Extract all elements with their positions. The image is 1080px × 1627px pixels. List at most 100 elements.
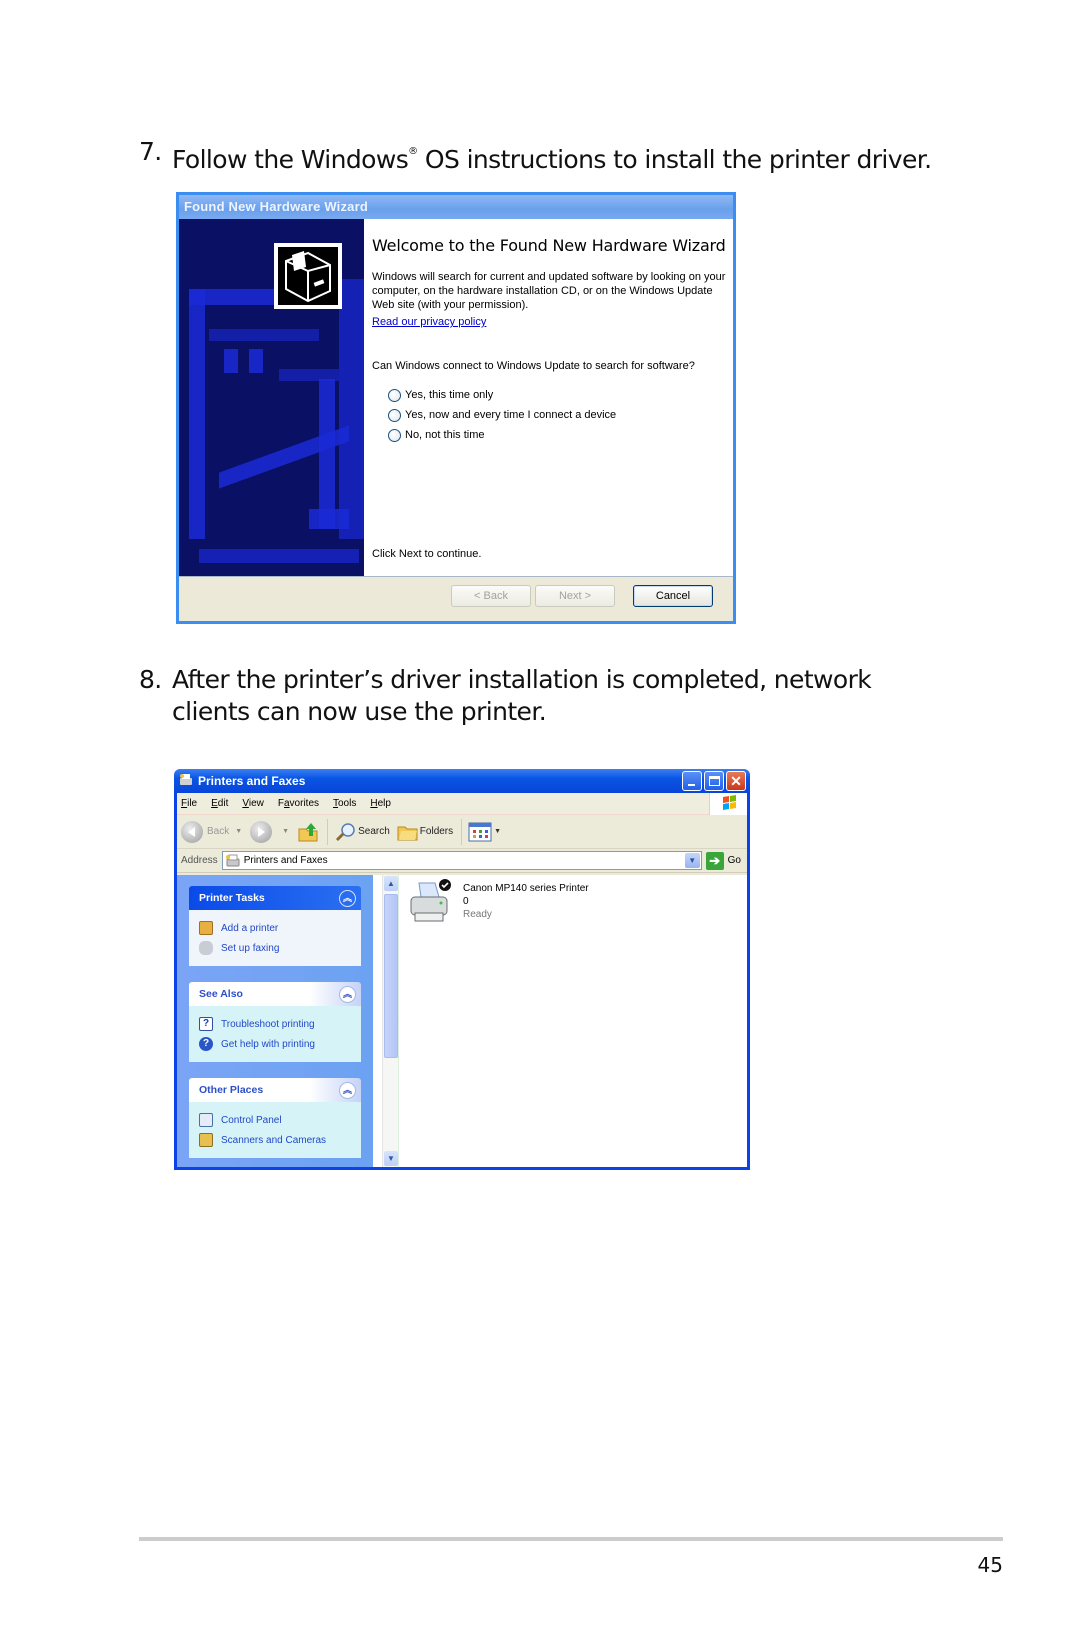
- windows-logo-icon: [709, 793, 747, 815]
- collapse-chevron-icon[interactable]: ︽: [339, 1081, 356, 1099]
- link-label: Troubleshoot printing: [221, 1018, 315, 1030]
- back-button[interactable]: < Back: [451, 585, 531, 607]
- menu-favorites[interactable]: Favorites: [278, 798, 319, 809]
- go-button[interactable]: ➔ Go: [705, 851, 741, 870]
- standard-toolbar: Back ▼ ▼ Search Folders ▼: [177, 815, 747, 849]
- add-printer-link[interactable]: Add a printer: [199, 918, 351, 938]
- panel-title: See Also: [199, 988, 243, 1000]
- forward-nav-button[interactable]: [250, 820, 276, 843]
- radio-button[interactable]: [388, 388, 401, 402]
- menu-accelerator: V: [242, 798, 249, 809]
- close-button[interactable]: ✕: [726, 771, 746, 791]
- forward-dropdown-icon[interactable]: ▼: [282, 828, 289, 835]
- toolbar-separator: [461, 818, 463, 845]
- back-label: Back: [207, 826, 230, 837]
- printer-name: Canon MP140 series Printer: [463, 883, 589, 894]
- option-every-time[interactable]: Yes, now and every time I connect a devi…: [388, 405, 727, 425]
- address-dropdown-button[interactable]: ▼: [684, 853, 700, 868]
- option-label: Yes, now and every time I connect a devi…: [405, 409, 617, 421]
- fax-icon: [199, 941, 213, 955]
- option-not-this-time[interactable]: No, not this time: [388, 425, 727, 445]
- privacy-policy-link[interactable]: Read our privacy policy: [372, 315, 727, 329]
- link-label: Add a printer: [221, 922, 279, 934]
- link-label: Get help with printing: [221, 1038, 315, 1050]
- option-this-time-only[interactable]: Yes, this time only: [388, 385, 727, 405]
- collapse-chevron-icon[interactable]: ︽: [339, 889, 356, 907]
- menu-tools[interactable]: Tools: [333, 798, 356, 809]
- help-icon: ?: [199, 1037, 213, 1051]
- panel-title: Other Places: [199, 1084, 264, 1096]
- search-label: Search: [358, 826, 390, 837]
- close-icon: ✕: [730, 773, 742, 789]
- scanner-icon: [199, 1133, 213, 1147]
- panel-title: Printer Tasks: [199, 892, 265, 904]
- wizard-description: Windows will search for current and upda…: [372, 271, 726, 311]
- menu-accelerator: T: [333, 798, 338, 809]
- menu-bar: File Edit View Favorites Tools Help: [177, 793, 747, 815]
- next-button[interactable]: Next >: [535, 585, 615, 607]
- other-places-panel: Other Places ︽ Control Panel Scanners an…: [189, 1078, 361, 1158]
- wizard-heading: Welcome to the Found New Hardware Wizard: [372, 236, 726, 255]
- radio-button[interactable]: [388, 408, 401, 422]
- scroll-up-icon[interactable]: ▲: [384, 876, 398, 891]
- minimize-button[interactable]: [682, 771, 702, 791]
- other-places-header[interactable]: Other Places ︽: [189, 1078, 361, 1102]
- scroll-down-icon[interactable]: ▼: [384, 1151, 398, 1166]
- troubleshoot-printing-link[interactable]: ? Troubleshoot printing: [199, 1014, 351, 1034]
- control-panel-icon: [199, 1113, 213, 1127]
- step-number: 7.: [139, 137, 162, 166]
- back-nav-button[interactable]: Back: [181, 820, 230, 843]
- step-number: 8.: [139, 665, 162, 694]
- wizard-titlebar: Found New Hardware Wizard: [179, 195, 733, 219]
- page-number: 45: [977, 1553, 1003, 1577]
- see-also-body: ? Troubleshoot printing ? Get help with …: [189, 1006, 361, 1062]
- printer-details: Canon MP140 series Printer 0 Ready: [463, 879, 589, 927]
- folders-button[interactable]: Folders: [396, 821, 453, 843]
- control-panel-link[interactable]: Control Panel: [199, 1110, 351, 1130]
- address-value: Printers and Faxes: [243, 855, 328, 866]
- set-up-faxing-link[interactable]: Set up faxing: [199, 938, 351, 958]
- step-text: Follow the Windows® OS instructions to i…: [139, 136, 1059, 176]
- menu-view[interactable]: View: [242, 798, 264, 809]
- step-text-part: OS instructions to install the printer d…: [417, 145, 932, 174]
- scanners-cameras-link[interactable]: Scanners and Cameras: [199, 1130, 351, 1150]
- radio-button[interactable]: [388, 428, 401, 442]
- maximize-button[interactable]: [704, 771, 724, 791]
- printers-folder-icon: [180, 774, 192, 785]
- menu-file[interactable]: File: [181, 798, 197, 809]
- printers-and-faxes-window: Printers and Faxes ✕ File Edit View Favo…: [174, 769, 750, 1170]
- registered-mark: ®: [408, 146, 418, 157]
- collapse-chevron-icon[interactable]: ︽: [339, 985, 356, 1003]
- task-pane-scrollbar[interactable]: ▲ ▼: [382, 875, 399, 1167]
- menu-accelerator: E: [211, 798, 218, 809]
- scrollbar-thumb[interactable]: [384, 894, 398, 1058]
- link-label: Scanners and Cameras: [221, 1134, 327, 1146]
- address-input[interactable]: Printers and Faxes ▼: [221, 851, 702, 870]
- cancel-button[interactable]: Cancel: [633, 585, 713, 607]
- footer-divider: [139, 1537, 1003, 1541]
- views-button[interactable]: ▼: [468, 822, 509, 842]
- see-also-header[interactable]: See Also ︽: [189, 982, 361, 1006]
- go-arrow-icon: ➔: [705, 851, 724, 870]
- forward-arrow-icon: [250, 820, 273, 843]
- printer-icon: [407, 879, 455, 927]
- wizard-content: Welcome to the Found New Hardware Wizard…: [372, 235, 727, 560]
- window-title: Printers and Faxes: [198, 774, 306, 788]
- continue-instruction: Click Next to continue.: [372, 548, 482, 560]
- step-7-instruction: 7. Follow the Windows® OS instructions t…: [139, 136, 1059, 176]
- search-button[interactable]: Search: [334, 821, 390, 843]
- task-pane: Printer Tasks ︽ Add a printer Set up fax…: [177, 875, 373, 1167]
- get-help-link[interactable]: ? Get help with printing: [199, 1034, 351, 1054]
- menu-edit[interactable]: Edit: [211, 798, 228, 809]
- troubleshoot-icon: ?: [199, 1017, 213, 1031]
- printer-item[interactable]: Canon MP140 series Printer 0 Ready: [407, 879, 589, 927]
- up-folder-button[interactable]: [297, 821, 319, 843]
- printer-tasks-body: Add a printer Set up faxing: [189, 910, 361, 966]
- menu-help[interactable]: Help: [370, 798, 391, 809]
- printers-folder-icon: [225, 854, 240, 866]
- printer-tasks-header[interactable]: Printer Tasks ︽: [189, 886, 361, 910]
- views-dropdown-icon: ▼: [494, 828, 502, 835]
- printer-tasks-panel: Printer Tasks ︽ Add a printer Set up fax…: [189, 886, 361, 966]
- step-text: After the printer’s driver installation …: [172, 665, 872, 726]
- back-dropdown-icon[interactable]: ▼: [235, 828, 242, 835]
